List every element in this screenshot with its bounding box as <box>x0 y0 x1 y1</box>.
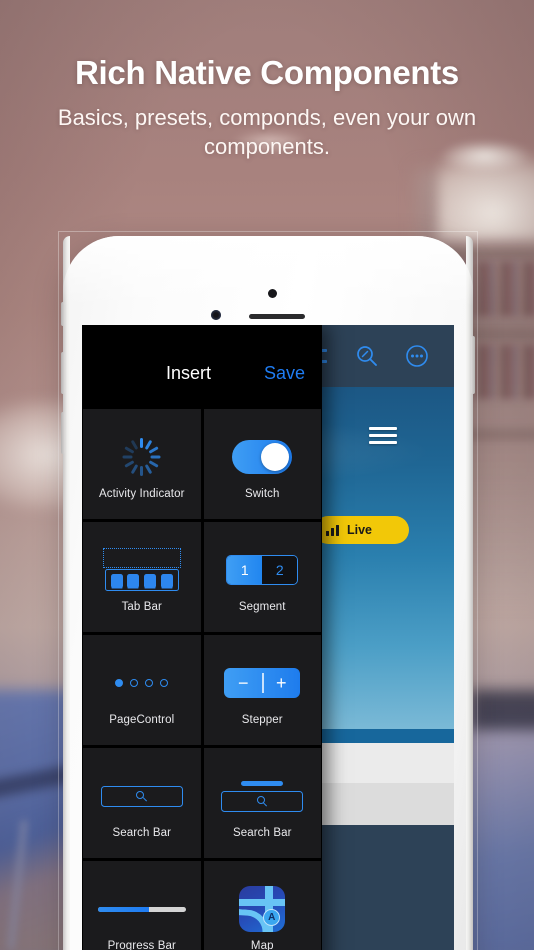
component-label: Progress Bar <box>107 940 176 950</box>
map-icon: A <box>204 880 322 938</box>
stepper-plus: + <box>275 672 287 693</box>
hamburger-menu-icon[interactable] <box>369 427 397 445</box>
component-label: Map <box>250 940 274 950</box>
power-button[interactable] <box>471 336 475 394</box>
activity-indicator-icon <box>83 428 201 486</box>
component-cell-segment[interactable]: 1 2 Segment <box>203 522 322 632</box>
component-cell-progress-bar[interactable]: Progress Bar <box>83 861 201 950</box>
phone-screen: Live 2 + 94 More cts Profile Ins <box>82 325 454 950</box>
insert-drawer: Insert Save Activity Indicator Switch Ta… <box>82 325 322 950</box>
stepper-minus: − <box>237 672 249 693</box>
proximity-sensor <box>268 289 277 298</box>
drawer-title: Insert <box>166 363 212 383</box>
headline-block: Rich Native Components Basics, presets, … <box>0 54 534 162</box>
component-label: Activity Indicator <box>98 488 185 500</box>
component-cell-map[interactable]: A Map <box>203 861 322 950</box>
phone-left-edge <box>63 236 70 950</box>
front-camera <box>211 310 221 320</box>
map-pin-letter: A <box>263 909 281 926</box>
component-cell-stepper[interactable]: − + Stepper <box>203 635 322 745</box>
component-grid: Activity Indicator Switch Tab Bar 1 2 Se… <box>82 409 322 950</box>
earpiece-speaker <box>249 314 305 319</box>
tab-bar-icon <box>83 541 201 599</box>
live-badge[interactable]: Live <box>314 516 409 544</box>
component-label: Tab Bar <box>121 601 162 613</box>
component-label: Stepper <box>241 714 283 726</box>
stepper-icon: − + <box>204 654 322 712</box>
drawer-header: Insert Save <box>82 325 322 409</box>
search-bar-icon <box>83 767 201 825</box>
phone-mockup: Live 2 + 94 More cts Profile Ins <box>61 236 475 950</box>
progress-bar-icon <box>83 880 201 938</box>
segment-option-1: 1 <box>227 556 263 584</box>
component-cell-search-bar[interactable]: Search Bar <box>83 748 201 858</box>
component-cell-tab-bar[interactable]: Tab Bar <box>83 522 201 632</box>
component-label: Search Bar <box>232 827 292 839</box>
page-title: Rich Native Components <box>75 54 459 91</box>
segment-option-2: 2 <box>262 556 298 584</box>
switch-icon <box>204 428 322 486</box>
page-subtitle: Basics, presets, componds, even your own… <box>57 105 477 160</box>
volume-up-button[interactable] <box>61 352 65 394</box>
component-label: Search Bar <box>112 827 172 839</box>
segment-icon: 1 2 <box>204 541 322 599</box>
component-cell-search-bar-title[interactable]: Search Bar <box>203 748 322 858</box>
component-cell-activity-indicator[interactable]: Activity Indicator <box>83 409 201 519</box>
component-label: Segment <box>238 601 286 613</box>
live-label: Live <box>347 523 373 537</box>
mute-switch[interactable] <box>61 302 65 326</box>
component-cell-switch[interactable]: Switch <box>203 409 322 519</box>
search-bar-with-title-icon <box>204 767 322 825</box>
component-cell-page-control[interactable]: PageControl <box>83 635 201 745</box>
component-label: Switch <box>245 488 280 500</box>
volume-down-button[interactable] <box>61 412 65 454</box>
component-label: PageControl <box>109 714 175 726</box>
page-control-icon <box>83 654 201 712</box>
signal-bars-icon <box>326 524 339 536</box>
save-button[interactable]: Save <box>264 363 305 384</box>
search-icon[interactable] <box>352 341 382 371</box>
more-ellipsis-icon[interactable] <box>402 341 432 371</box>
